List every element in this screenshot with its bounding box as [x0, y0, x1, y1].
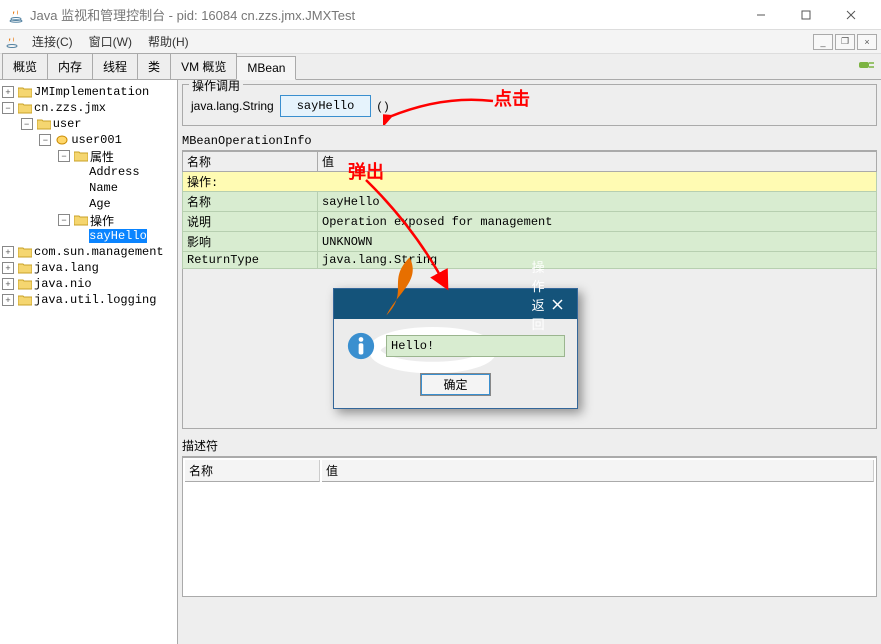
return-value-dialog: 操作返回值 Hello! 确定 [333, 288, 578, 409]
ok-button[interactable]: 确定 [420, 373, 490, 396]
tree-node[interactable]: −user [2, 116, 175, 132]
tree-node[interactable]: −操作 [2, 212, 175, 228]
mdi-close-button[interactable]: × [857, 34, 877, 50]
descriptor-header: 描述符 [182, 435, 877, 457]
tabbar: 概览 内存 线程 类 VM 概览 MBean [0, 54, 881, 80]
tree-node[interactable]: +java.util.logging [2, 292, 175, 308]
tab-threads[interactable]: 线程 [92, 53, 138, 79]
return-value-field[interactable]: Hello! [386, 335, 565, 357]
col-value: 值 [318, 152, 877, 172]
tree-leaf[interactable]: Age [2, 196, 175, 212]
tab-mbean[interactable]: MBean [236, 56, 296, 80]
java-icon [4, 34, 20, 50]
java-icon [8, 7, 24, 23]
close-button[interactable] [828, 1, 873, 29]
tree-leaf[interactable]: Name [2, 180, 175, 196]
return-type-label: java.lang.String [191, 99, 274, 113]
tree-node[interactable]: −cn.zzs.jmx [2, 100, 175, 116]
tree-node[interactable]: +JMImplementation [2, 84, 175, 100]
tree-node[interactable]: −属性 [2, 148, 175, 164]
tree-node[interactable]: +com.sun.management [2, 244, 175, 260]
tree-node[interactable]: +java.nio [2, 276, 175, 292]
menubar: 连接(C) 窗口(W) 帮助(H) _ ❐ × [0, 30, 881, 54]
window-title: Java 监视和管理控制台 - pid: 16084 cn.zzs.jmx.JM… [30, 5, 738, 24]
info-icon [346, 331, 376, 361]
group-legend: 操作调用 [189, 80, 243, 94]
col-value: 值 [322, 460, 874, 482]
java-icon [340, 211, 526, 397]
operation-invoke-group: 操作调用 java.lang.String sayHello ( ) [182, 84, 877, 126]
tree-leaf[interactable]: Address [2, 164, 175, 180]
titlebar: Java 监视和管理控制台 - pid: 16084 cn.zzs.jmx.JM… [0, 0, 881, 30]
col-name: 名称 [183, 152, 318, 172]
maximize-button[interactable] [783, 1, 828, 29]
menu-help[interactable]: 帮助(H) [140, 30, 197, 53]
mdi-minimize-button[interactable]: _ [813, 34, 833, 50]
invoke-sayhello-button[interactable]: sayHello [280, 95, 372, 117]
tree-leaf-selected[interactable]: sayHello [2, 228, 175, 244]
row-operation: 操作: [183, 172, 877, 192]
menu-connect[interactable]: 连接(C) [24, 30, 81, 53]
dialog-close-button[interactable] [545, 289, 571, 319]
mdi-restore-button[interactable]: ❐ [835, 34, 855, 50]
connection-icon [857, 58, 875, 72]
params-label: ( ) [377, 99, 388, 113]
tab-vm[interactable]: VM 概览 [170, 53, 237, 79]
tab-memory[interactable]: 内存 [47, 53, 93, 79]
minimize-button[interactable] [738, 1, 783, 29]
tab-classes[interactable]: 类 [137, 53, 171, 79]
mbean-info-table: 名称值 操作: 名称sayHello 说明Operation exposed f… [182, 151, 877, 269]
tree-node[interactable]: −user001 [2, 132, 175, 148]
mbean-info-header: MBeanOperationInfo [182, 132, 877, 151]
dialog-titlebar[interactable]: 操作返回值 [334, 289, 577, 319]
tab-overview[interactable]: 概览 [2, 53, 48, 79]
col-name: 名称 [185, 460, 320, 482]
descriptor-table: 名称值 [182, 457, 877, 597]
menu-window[interactable]: 窗口(W) [81, 30, 140, 53]
tree-node[interactable]: +java.lang [2, 260, 175, 276]
mbean-tree[interactable]: +JMImplementation −cn.zzs.jmx −user −use… [0, 80, 178, 644]
